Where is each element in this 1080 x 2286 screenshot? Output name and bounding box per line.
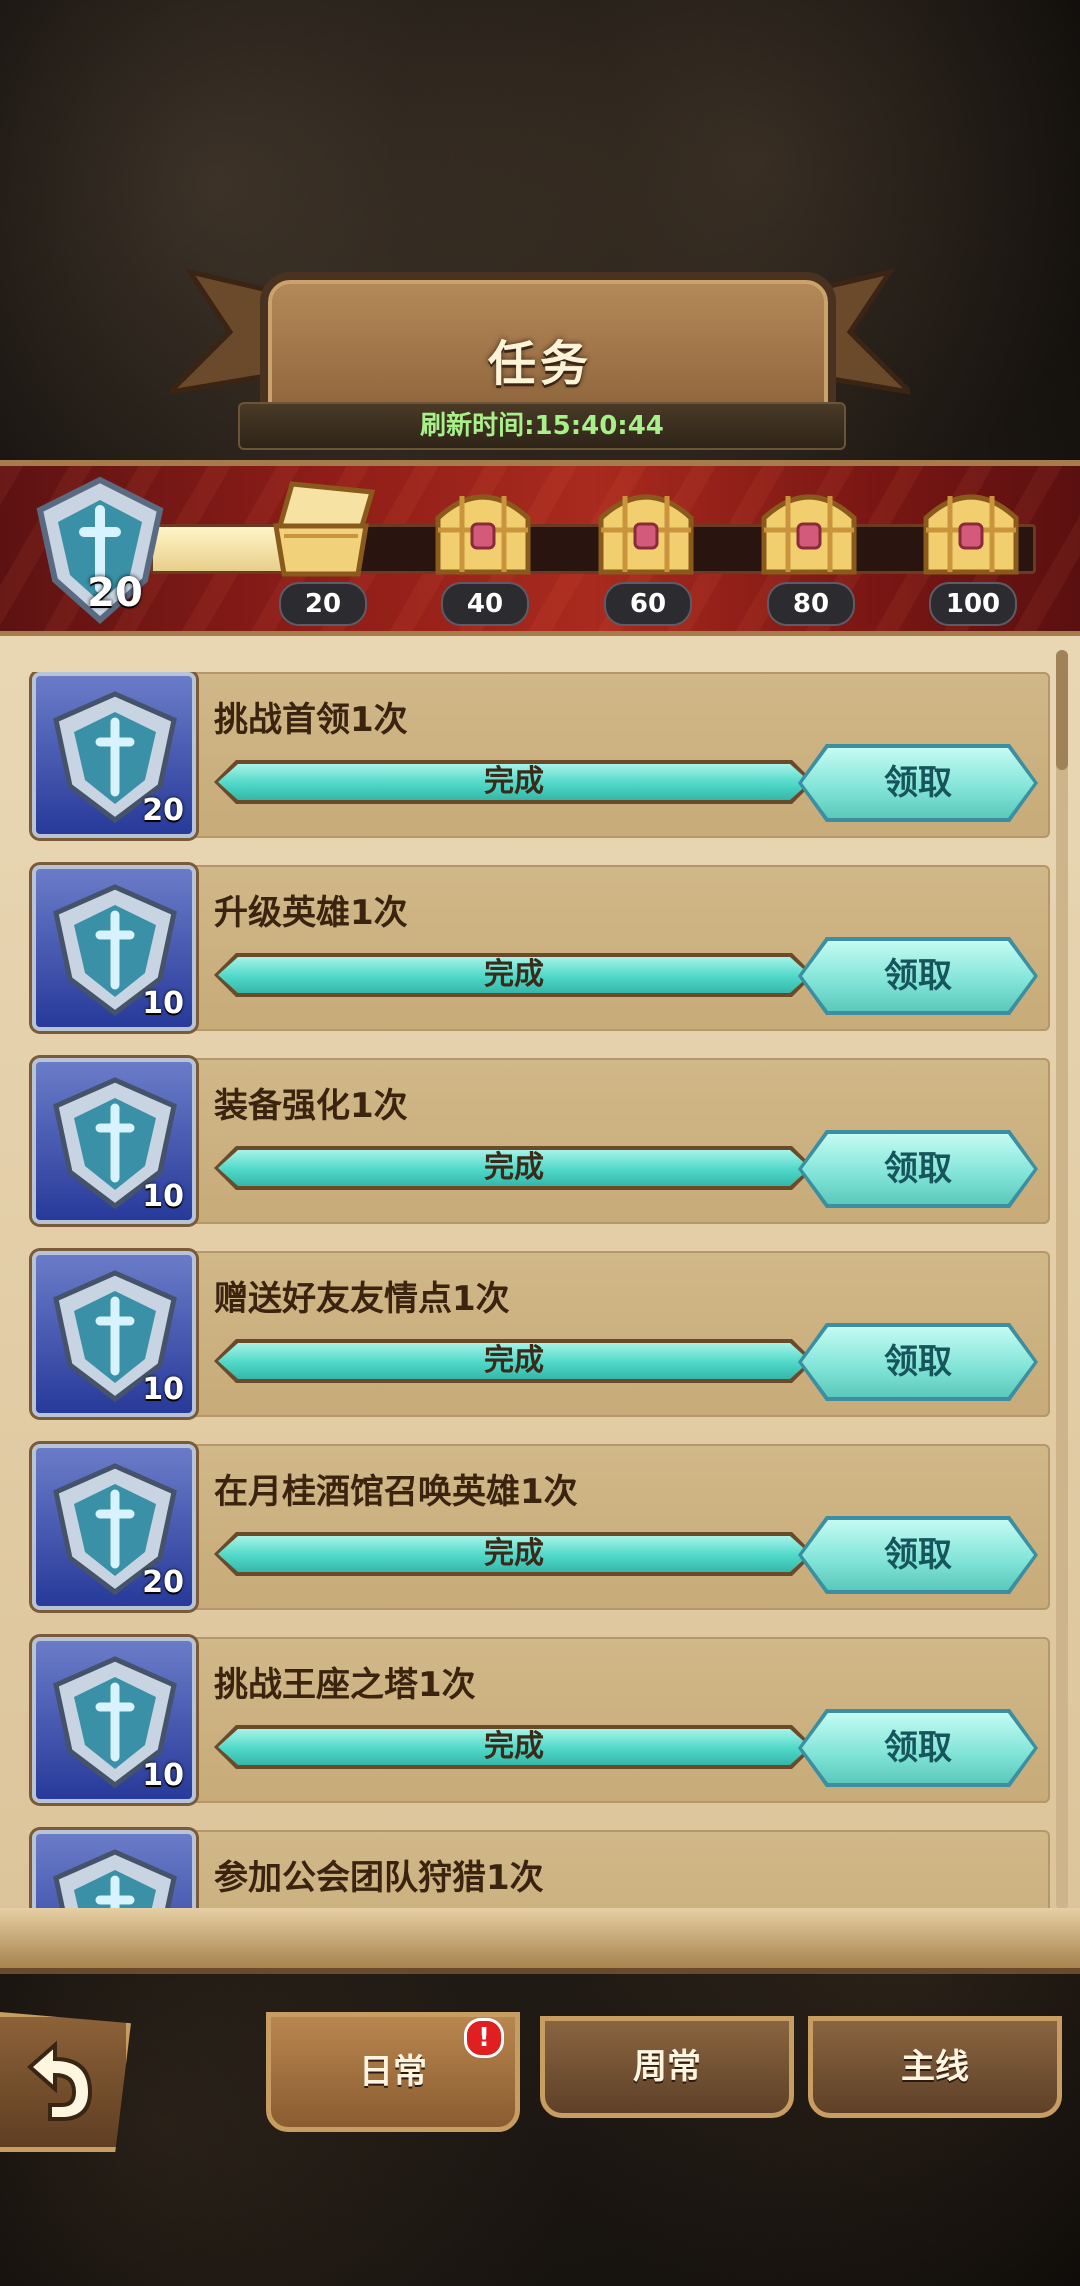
claim-button-label[interactable]: 领取 bbox=[798, 744, 1038, 822]
treasure-chest-icon[interactable] bbox=[424, 474, 542, 582]
task-reward-icon-frame: 20 bbox=[32, 672, 196, 838]
claim-button[interactable]: 领取 bbox=[798, 1709, 1038, 1787]
task-progress-bar: 完成 bbox=[214, 1339, 814, 1383]
claim-button[interactable]: 领取 bbox=[798, 1323, 1038, 1401]
task-points: 10 bbox=[142, 986, 184, 1021]
task-reward-icon-frame: 10 bbox=[32, 1637, 196, 1803]
claim-button-label[interactable]: 领取 bbox=[798, 1516, 1038, 1594]
task-points: 10 bbox=[142, 1758, 184, 1793]
milestone-label: 60 bbox=[604, 582, 692, 626]
task-title: 挑战王座之塔1次 bbox=[214, 1665, 476, 1705]
task-reward-icon-frame: 10 bbox=[32, 865, 196, 1031]
task-reward-icon-frame: 10 bbox=[32, 1058, 196, 1224]
claim-button-label[interactable]: 领取 bbox=[798, 937, 1038, 1015]
refresh-timer: 刷新时间:15:40:44 bbox=[238, 402, 846, 450]
task-points: 10 bbox=[142, 1372, 184, 1407]
task-row: 10 装备强化1次完成 领取 bbox=[30, 1058, 1050, 1224]
progress-status: 完成 bbox=[484, 1343, 544, 1378]
claim-button-label[interactable]: 领取 bbox=[798, 1709, 1038, 1787]
header-plaque: 任务 刷新时间:15:40:44 bbox=[170, 262, 910, 452]
task-title: 装备强化1次 bbox=[214, 1086, 408, 1126]
claim-button[interactable]: 领取 bbox=[798, 937, 1038, 1015]
task-points: 20 bbox=[142, 1565, 184, 1600]
daily-notification-badge: ! bbox=[464, 2018, 504, 2058]
task-title: 升级英雄1次 bbox=[214, 893, 408, 933]
scrollbar[interactable] bbox=[1056, 650, 1068, 1910]
milestone-label: 40 bbox=[441, 582, 529, 626]
task-row: 参加公会团队狩猎1次 bbox=[30, 1830, 1050, 1917]
tab-weekly[interactable]: 周常 bbox=[540, 2016, 794, 2118]
opened-chest-icon[interactable] bbox=[262, 474, 380, 582]
treasure-chest-icon[interactable] bbox=[587, 474, 705, 582]
milestone-label: 100 bbox=[929, 582, 1017, 626]
scrollbar-thumb[interactable] bbox=[1056, 650, 1068, 770]
task-title: 挑战首领1次 bbox=[214, 700, 408, 740]
task-points: 20 bbox=[142, 793, 184, 828]
panel-bottom-border bbox=[0, 1908, 1080, 1974]
claim-button[interactable]: 领取 bbox=[798, 1516, 1038, 1594]
activity-shield-icon bbox=[53, 1849, 177, 1917]
task-row: 20 挑战首领1次完成 领取 bbox=[30, 672, 1050, 838]
back-arrow-icon bbox=[26, 2040, 93, 2121]
tab-main[interactable]: 主线 bbox=[808, 2016, 1062, 2118]
milestone-label: 80 bbox=[767, 582, 855, 626]
task-list[interactable]: 20 挑战首领1次 完成 领取 10 升级英雄1次 完成 领取 10 装备强化1次 完成 领取 10 赠送… bbox=[0, 672, 1080, 1917]
treasure-chest-icon[interactable] bbox=[750, 474, 868, 582]
claim-button[interactable]: 领取 bbox=[798, 1130, 1038, 1208]
refresh-label: 刷新时间: bbox=[420, 411, 535, 441]
task-progress-bar: 完成 bbox=[214, 1532, 814, 1576]
progress-status: 完成 bbox=[484, 1536, 544, 1571]
back-button[interactable] bbox=[0, 2012, 131, 2152]
activity-level: 20 bbox=[87, 570, 143, 616]
progress-status: 完成 bbox=[484, 1150, 544, 1185]
task-title: 在月桂酒馆召唤英雄1次 bbox=[214, 1472, 578, 1512]
milestone-label: 20 bbox=[279, 582, 367, 626]
claim-button-label[interactable]: 领取 bbox=[798, 1130, 1038, 1208]
task-row: 20 在月桂酒馆召唤英雄1次完成 领取 bbox=[30, 1444, 1050, 1610]
progress-status: 完成 bbox=[484, 957, 544, 992]
task-progress-bar: 完成 bbox=[214, 760, 814, 804]
task-row: 10 升级英雄1次完成 领取 bbox=[30, 865, 1050, 1031]
task-progress-bar: 完成 bbox=[214, 1725, 814, 1769]
progress-status: 完成 bbox=[484, 1729, 544, 1764]
task-reward-icon-frame: 10 bbox=[32, 1251, 196, 1417]
claim-button-label[interactable]: 领取 bbox=[798, 1323, 1038, 1401]
task-title: 参加公会团队狩猎1次 bbox=[214, 1858, 544, 1898]
task-progress-bar: 完成 bbox=[214, 1146, 814, 1190]
task-progress-bar: 完成 bbox=[214, 953, 814, 997]
task-title: 赠送好友友情点1次 bbox=[214, 1279, 510, 1319]
task-points: 10 bbox=[142, 1179, 184, 1214]
task-reward-icon-frame bbox=[32, 1830, 196, 1917]
claim-button[interactable]: 领取 bbox=[798, 744, 1038, 822]
progress-status: 完成 bbox=[484, 764, 544, 799]
task-reward-icon-frame: 20 bbox=[32, 1444, 196, 1610]
task-row: 10 挑战王座之塔1次 完成 领取 bbox=[30, 1637, 1050, 1803]
treasure-chest-icon[interactable] bbox=[912, 474, 1030, 582]
task-row: 10 赠送好友友情点1次完成 领取 bbox=[30, 1251, 1050, 1417]
page-title: 任务 bbox=[487, 336, 592, 392]
refresh-time: 15:40:44 bbox=[534, 411, 664, 441]
